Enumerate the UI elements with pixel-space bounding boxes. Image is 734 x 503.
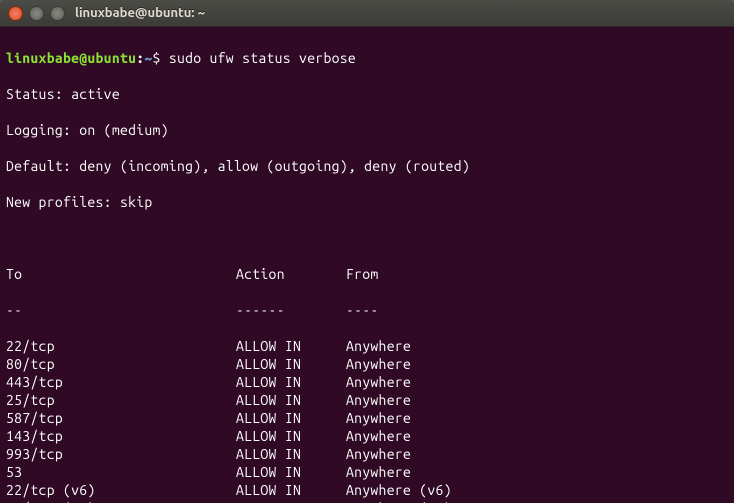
cell-action: ALLOW IN [236, 481, 346, 499]
prompt-line: linuxbabe@ubuntu:~$ sudo ufw status verb… [6, 49, 728, 67]
header-action: Action [236, 265, 346, 283]
cell-to: 80/tcp [6, 355, 236, 373]
cell-action: ALLOW IN [236, 499, 346, 503]
header-to: To [6, 265, 236, 283]
rule-rows: 22/tcpALLOW INAnywhere80/tcpALLOW INAnyw… [6, 337, 728, 503]
close-button[interactable] [8, 6, 23, 21]
table-row: 53ALLOW INAnywhere [6, 463, 728, 481]
cell-from: Anywhere [346, 445, 411, 463]
status-line: Logging: on (medium) [6, 121, 728, 139]
maximize-button[interactable] [50, 6, 65, 21]
divider-to: -- [6, 301, 236, 319]
cell-from: Anywhere [346, 337, 411, 355]
command-text: sudo ufw status verbose [169, 50, 356, 66]
cell-action: ALLOW IN [236, 373, 346, 391]
header-from: From [346, 265, 379, 283]
cell-action: ALLOW IN [236, 445, 346, 463]
cell-from: Anywhere (v6) [346, 481, 452, 499]
cell-to: 443/tcp [6, 373, 236, 391]
table-row: 22/tcpALLOW INAnywhere [6, 337, 728, 355]
status-line: Default: deny (incoming), allow (outgoin… [6, 157, 728, 175]
table-row: 143/tcpALLOW INAnywhere [6, 427, 728, 445]
cell-action: ALLOW IN [236, 391, 346, 409]
table-row: 80/tcpALLOW INAnywhere [6, 355, 728, 373]
cell-from: Anywhere [346, 373, 411, 391]
table-row: 22/tcp (v6)ALLOW INAnywhere (v6) [6, 481, 728, 499]
divider-action: ------ [236, 301, 346, 319]
minimize-button[interactable] [29, 6, 44, 21]
terminal-body[interactable]: linuxbabe@ubuntu:~$ sudo ufw status verb… [0, 27, 734, 503]
divider-from: ---- [346, 301, 379, 319]
cell-action: ALLOW IN [236, 427, 346, 445]
table-divider: ------------ [6, 301, 728, 319]
cell-to: 53 [6, 463, 236, 481]
cell-to: 22/tcp (v6) [6, 481, 236, 499]
prompt-symbol: $ [153, 50, 161, 66]
cell-to: 143/tcp [6, 427, 236, 445]
cell-from: Anywhere [346, 463, 411, 481]
cell-from: Anywhere [346, 355, 411, 373]
table-row: 993/tcpALLOW INAnywhere [6, 445, 728, 463]
window-controls [8, 6, 65, 21]
cell-from: Anywhere [346, 427, 411, 445]
cell-action: ALLOW IN [236, 409, 346, 427]
cell-action: ALLOW IN [236, 463, 346, 481]
table-row: 80/tcp (v6)ALLOW INAnywhere (v6) [6, 499, 728, 503]
cell-to: 22/tcp [6, 337, 236, 355]
cell-action: ALLOW IN [236, 355, 346, 373]
cell-to: 993/tcp [6, 445, 236, 463]
prompt-path: ~ [144, 50, 152, 66]
cell-from: Anywhere (v6) [346, 499, 452, 503]
window-title: linuxbabe@ubuntu: ~ [75, 6, 205, 20]
cell-to: 587/tcp [6, 409, 236, 427]
table-row: 25/tcpALLOW INAnywhere [6, 391, 728, 409]
titlebar: linuxbabe@ubuntu: ~ [0, 0, 734, 27]
prompt-user: linuxbabe@ubuntu [6, 50, 136, 66]
cell-from: Anywhere [346, 391, 411, 409]
status-line: New profiles: skip [6, 193, 728, 211]
cell-to: 25/tcp [6, 391, 236, 409]
table-row: 443/tcpALLOW INAnywhere [6, 373, 728, 391]
status-line: Status: active [6, 85, 728, 103]
cell-from: Anywhere [346, 409, 411, 427]
blank-line [6, 229, 728, 247]
table-row: 587/tcpALLOW INAnywhere [6, 409, 728, 427]
cell-to: 80/tcp (v6) [6, 499, 236, 503]
table-header: ToActionFrom [6, 265, 728, 283]
terminal-window: linuxbabe@ubuntu: ~ linuxbabe@ubuntu:~$ … [0, 0, 734, 503]
cell-action: ALLOW IN [236, 337, 346, 355]
